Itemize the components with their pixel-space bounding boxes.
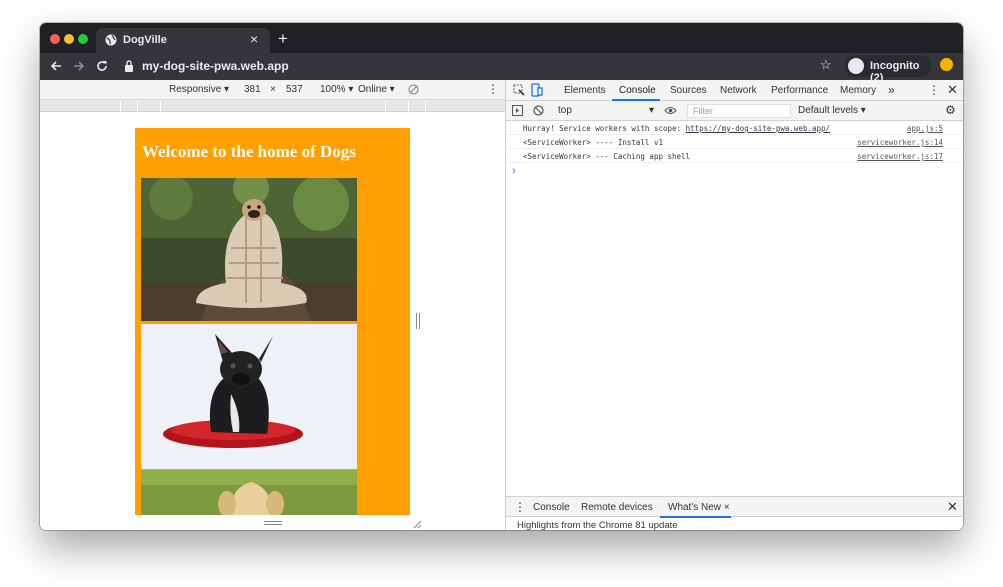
log-message: <ServiceWorker> --- Caching app shell xyxy=(523,152,691,161)
media-query-ruler[interactable] xyxy=(40,100,505,112)
resize-handle-bottom[interactable] xyxy=(264,521,282,525)
browser-tab[interactable]: DogVille × xyxy=(96,28,270,53)
device-toolbar: Responsive ▾ 381 × 537 100% ▾ Online ▾ ⋮ xyxy=(40,80,505,100)
browser-toolbar: my-dog-site-pwa.web.app ☆ Incognito (2) xyxy=(40,53,963,84)
tab-title: DogVille xyxy=(123,34,167,46)
chevron-down-icon: ▾ xyxy=(648,105,654,116)
eye-icon[interactable] xyxy=(664,106,677,115)
context-label: top xyxy=(558,105,572,116)
scope-link[interactable]: https://my-dog-site-pwa.web.app/ xyxy=(686,124,831,133)
drawer-tab-bar: ⋮ Console Remote devices What's New × ✕ xyxy=(506,496,963,518)
drawer-tab-whats-new[interactable]: What's New × xyxy=(668,502,730,513)
console-prompt[interactable]: › xyxy=(512,165,516,177)
back-icon[interactable] xyxy=(50,60,62,72)
height-input[interactable]: 537 xyxy=(286,84,303,95)
incognito-badge[interactable]: Incognito (2) xyxy=(844,55,932,84)
drawer-tab-remote-devices[interactable]: Remote devices xyxy=(581,502,653,513)
clear-console-icon[interactable] xyxy=(533,105,544,116)
page-heading: Welcome to the home of Dogs xyxy=(142,142,356,161)
drawer-tab-whats-new-label: What's New xyxy=(668,502,722,513)
tab-performance[interactable]: Performance xyxy=(771,85,828,96)
lock-icon xyxy=(125,60,133,72)
inspect-element-icon[interactable] xyxy=(513,84,525,96)
devtools-tab-bar: Elements Console Sources Network Perform… xyxy=(506,80,963,101)
throttle-select[interactable]: Online ▾ xyxy=(358,84,395,95)
tab-console[interactable]: Console xyxy=(619,85,656,96)
pug-photo xyxy=(141,178,357,321)
log-message: Hurray! Service workers with scope: http… xyxy=(523,124,830,133)
emulated-page: Welcome to the home of Dogs xyxy=(135,128,410,515)
whats-new-headline: Highlights from the Chrome 81 update xyxy=(517,520,678,530)
console-toolbar: top ▾ Filter Default levels ▾ ⚙ xyxy=(506,101,963,121)
tab-network[interactable]: Network xyxy=(720,85,757,96)
devtools-menu-icon[interactable]: ⋮ xyxy=(928,83,940,97)
console-log-row: <ServiceWorker> --- Caching app shell se… xyxy=(506,149,963,163)
rotate-icon[interactable] xyxy=(408,84,419,95)
log-source-link[interactable]: serviceworker.js:17 xyxy=(857,152,943,161)
device-select[interactable]: Responsive ▾ xyxy=(169,84,229,95)
url-text: my-dog-site-pwa.web.app xyxy=(142,59,289,73)
zoom-label: 100% xyxy=(320,84,346,95)
close-tab-icon[interactable]: × xyxy=(250,31,258,47)
browser-window: DogVille × + my-dog-site-pwa.web.app ☆ I… xyxy=(40,23,963,530)
log-levels-select[interactable]: Default levels ▾ xyxy=(798,105,866,116)
bookmark-star-icon[interactable]: ☆ xyxy=(820,57,832,73)
incognito-icon xyxy=(848,58,864,74)
log-message: <ServiceWorker> ---- Install v1 xyxy=(523,138,663,147)
tab-strip: DogVille × + xyxy=(40,23,963,53)
filter-input[interactable]: Filter xyxy=(687,104,791,118)
zoom-select[interactable]: 100% ▾ xyxy=(320,84,353,95)
more-tabs-button[interactable]: » xyxy=(888,83,895,97)
tab-elements[interactable]: Elements xyxy=(564,85,606,96)
resize-handle-corner[interactable] xyxy=(412,519,422,529)
reload-icon[interactable] xyxy=(96,60,108,72)
tab-sources[interactable]: Sources xyxy=(670,85,707,96)
drawer-tab-console[interactable]: Console xyxy=(533,502,570,513)
retriever-photo xyxy=(141,470,357,515)
more-options-icon[interactable]: ⋮ xyxy=(487,82,499,96)
profile-avatar[interactable] xyxy=(940,58,953,71)
new-tab-button[interactable]: + xyxy=(278,29,288,49)
whats-new-content: Highlights from the Chrome 81 update xyxy=(506,517,963,530)
log-text: Hurray! Service workers with scope: xyxy=(523,124,686,133)
bulldog-photo xyxy=(141,324,357,469)
throttle-label: Online xyxy=(358,84,387,95)
drawer-menu-icon[interactable]: ⋮ xyxy=(514,500,526,514)
close-drawer-icon[interactable]: ✕ xyxy=(947,499,958,515)
close-devtools-icon[interactable]: ✕ xyxy=(947,82,958,98)
forward-icon[interactable] xyxy=(73,60,85,72)
width-input[interactable]: 381 xyxy=(244,84,261,95)
dimension-separator: × xyxy=(270,84,276,95)
devtools-panel: Elements Console Sources Network Perform… xyxy=(505,80,963,530)
console-settings-icon[interactable]: ⚙ xyxy=(945,103,956,117)
address-bar[interactable]: my-dog-site-pwa.web.app xyxy=(118,55,838,77)
device-viewport: Responsive ▾ 381 × 537 100% ▾ Online ▾ ⋮… xyxy=(40,80,505,530)
console-log-row: <ServiceWorker> ---- Install v1 servicew… xyxy=(506,135,963,149)
maximize-window-button[interactable] xyxy=(78,34,88,44)
device-label: Responsive xyxy=(169,84,222,95)
log-source-link[interactable]: serviceworker.js:14 xyxy=(857,138,943,147)
log-source-link[interactable]: app.js:5 xyxy=(907,124,943,133)
resize-handle-right[interactable] xyxy=(416,313,420,329)
context-select[interactable]: top ▾ xyxy=(558,105,654,116)
close-window-button[interactable] xyxy=(50,34,60,44)
minimize-window-button[interactable] xyxy=(64,34,74,44)
sidebar-toggle-icon[interactable] xyxy=(512,105,523,116)
close-tab-icon[interactable]: × xyxy=(724,502,730,513)
console-log-row: Hurray! Service workers with scope: http… xyxy=(506,121,963,135)
device-toggle-icon[interactable] xyxy=(531,83,543,97)
tab-memory[interactable]: Memory xyxy=(840,85,876,96)
globe-icon xyxy=(105,34,117,46)
